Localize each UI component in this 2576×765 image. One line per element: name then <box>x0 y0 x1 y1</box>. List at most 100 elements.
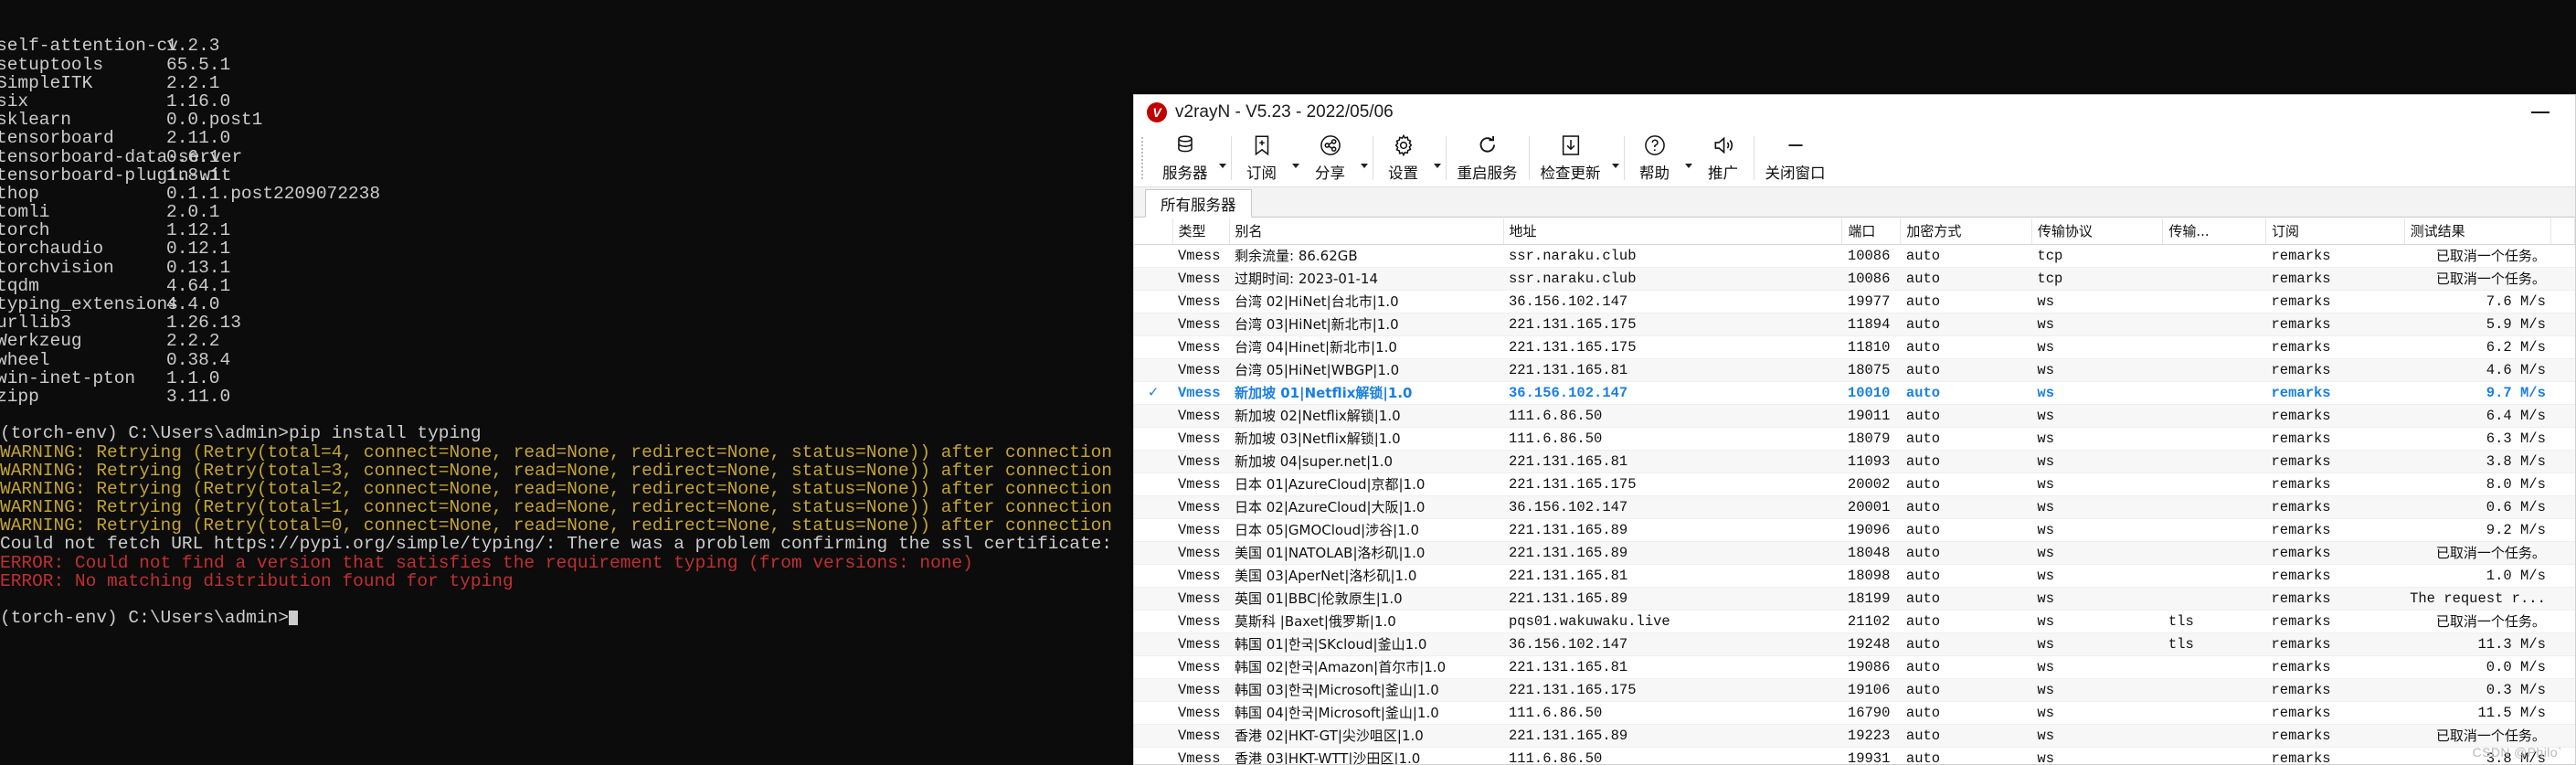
chevron-down-icon[interactable] <box>1290 130 1302 186</box>
row-selected-check <box>1134 473 1172 496</box>
toolbar-button-2[interactable]: 分享 <box>1302 130 1359 186</box>
cell-subscription: remarks <box>2265 541 2405 565</box>
toolbar-drag-handle[interactable] <box>1141 137 1148 179</box>
cell-protocol: ws <box>2031 678 2163 702</box>
table-row[interactable]: Vmess 台湾 05|HiNet|WBGP|1.0 221.131.165.81 1… <box>1134 358 2575 382</box>
table-row[interactable]: Vmess 美国 03|AperNet|洛杉矶|1.0 221.131.165.81… <box>1134 564 2575 588</box>
column-header-type[interactable]: 类型 <box>1172 218 1230 245</box>
cell-subscription: remarks <box>2265 564 2405 588</box>
v2rayn-window[interactable]: V v2rayN - V5.23 - 2022/05/06 服务器 订阅 分享 设置重… <box>1133 94 2576 765</box>
table-row[interactable]: Vmess 美国 01|NATOLAB|洛杉矶|1.0 221.131.165.89… <box>1134 541 2575 565</box>
cell-subscription: remarks <box>2265 655 2405 679</box>
window-titlebar[interactable]: V v2rayN - V5.23 - 2022/05/06 <box>1134 95 2575 130</box>
row-selected-check <box>1134 313 1172 336</box>
column-header-check[interactable] <box>1134 218 1173 245</box>
cell-protocol: ws <box>2031 724 2163 748</box>
chevron-down-icon[interactable] <box>1683 130 1695 186</box>
toolbar-button-7[interactable]: 推广 <box>1695 130 1752 186</box>
cell-type: Vmess <box>1172 267 1229 291</box>
chevron-down-icon[interactable] <box>1610 130 1622 186</box>
cell-alias: 剩余流量: 86.62GB <box>1229 244 1503 268</box>
cell-port: 20002 <box>1841 473 1901 496</box>
table-row[interactable]: Vmess 韩国 04|한국|Microsoft|釜山|1.0 111.6.86.5… <box>1134 701 2575 725</box>
cell-test: 9.2 M/s <box>2404 518 2551 542</box>
row-padding-cell <box>2550 267 2575 291</box>
column-header-test[interactable]: 测试结果 <box>2404 218 2552 245</box>
chevron-down-icon[interactable] <box>1359 130 1371 186</box>
table-row[interactable]: Vmess 英国 01|BBC|伦敦原生|1.0 221.131.165.89 181… <box>1134 587 2575 611</box>
table-row[interactable]: Vmess 日本 01|AzureCloud|京都|1.0 221.131.165.… <box>1134 473 2575 496</box>
cell-address: 36.156.102.147 <box>1503 495 1842 519</box>
cell-security: auto <box>1900 587 2032 611</box>
table-row[interactable]: Vmess 新加坡 03|Netflix解锁|1.0 111.6.86.50 1807… <box>1134 427 2575 451</box>
v2rayn-logo-icon: V <box>1147 102 1167 122</box>
table-row[interactable]: Vmess 台湾 04|Hinet|新北市|1.0 221.131.165.175 1… <box>1134 335 2575 359</box>
cell-test: 6.2 M/s <box>2404 335 2551 359</box>
cell-transport: tls <box>2162 610 2266 633</box>
cell-protocol: ws <box>2031 473 2163 496</box>
minimize-button[interactable] <box>2517 97 2564 128</box>
column-header-transport[interactable]: 传输... <box>2162 218 2266 245</box>
server-list-panel[interactable]: 类型 别名 地址 端口 加密方式 传输协议 传输... 订阅 测试结果 Vmess 剩余流量: 8… <box>1134 218 2575 764</box>
toolbar-button-label: 服务器 <box>1162 165 1208 182</box>
table-row[interactable]: Vmess 新加坡 04|super.net|1.0 221.131.165.81 1… <box>1134 450 2575 473</box>
cell-alias: 美国 03|AperNet|洛杉矶|1.0 <box>1229 564 1503 588</box>
row-padding-cell <box>2550 518 2575 542</box>
cell-subscription: remarks <box>2265 701 2405 725</box>
toolbar-button-5[interactable]: 检查更新 <box>1532 130 1610 186</box>
column-header-security[interactable]: 加密方式 <box>1900 218 2032 245</box>
cell-subscription: remarks <box>2265 244 2405 268</box>
toolbar-button-6[interactable]: 帮助 <box>1627 130 1683 186</box>
column-header-port[interactable]: 端口 <box>1841 218 1902 245</box>
chevron-down-icon[interactable] <box>1432 130 1444 186</box>
cell-type: Vmess <box>1172 564 1229 588</box>
cell-address: 36.156.102.147 <box>1503 290 1842 313</box>
toolbar-button-0[interactable]: 服务器 <box>1153 130 1217 186</box>
table-row[interactable]: ✓ Vmess 新加坡 01|Netflix解锁|1.0 36.156.102.147… <box>1134 381 2575 405</box>
table-row[interactable]: Vmess 剩余流量: 86.62GB ssr.naraku.club 10086 au… <box>1134 244 2575 268</box>
cell-alias: 新加坡 01|Netflix解锁|1.0 <box>1229 381 1503 405</box>
cell-security: auto <box>1900 358 2032 382</box>
column-header-protocol[interactable]: 传输协议 <box>2031 218 2164 245</box>
cell-port: 21102 <box>1841 610 1901 633</box>
row-selected-check <box>1134 495 1172 519</box>
table-row[interactable]: Vmess 台湾 03|HiNet|新北市|1.0 221.131.165.175 1… <box>1134 313 2575 336</box>
cell-test: 0.6 M/s <box>2404 495 2551 519</box>
table-row[interactable]: Vmess 莫斯科 |Baxet|俄罗斯|1.0 pqs01.wakuwaku.li… <box>1134 610 2575 633</box>
table-row[interactable]: Vmess 台湾 02|HiNet|台北市|1.0 36.156.102.147 19… <box>1134 290 2575 313</box>
cell-alias: 新加坡 02|Netflix解锁|1.0 <box>1229 404 1503 428</box>
column-header-pad[interactable] <box>2550 218 2575 245</box>
cell-subscription: remarks <box>2265 313 2405 336</box>
column-header-alias[interactable]: 别名 <box>1229 218 1504 245</box>
cell-address: 111.6.86.50 <box>1503 404 1842 428</box>
column-header-subscription[interactable]: 订阅 <box>2265 218 2405 245</box>
table-row[interactable]: Vmess 韩国 01|한국|SKcloud|釜山1.0 36.156.102.14… <box>1134 632 2575 656</box>
cell-transport <box>2162 678 2266 702</box>
row-selected-check <box>1134 518 1172 542</box>
tab-0[interactable]: 所有服务器 <box>1145 189 1252 218</box>
toolbar-button-8[interactable]: 关闭窗口 <box>1756 130 1835 186</box>
cell-test: 8.0 M/s <box>2404 473 2551 496</box>
cell-security: auto <box>1900 290 2032 313</box>
cell-transport <box>2162 313 2266 336</box>
cell-protocol: ws <box>2031 632 2163 656</box>
table-row[interactable]: Vmess 过期时间: 2023-01-14 ssr.naraku.club 1008… <box>1134 267 2575 291</box>
table-row[interactable]: Vmess 韩国 02|한국|Amazon|首尔市|1.0 221.131.165.… <box>1134 655 2575 679</box>
terminal-package-line: self-attention-cv1.2.3 <box>0 36 220 57</box>
table-row[interactable]: Vmess 日本 05|GMOCloud|涉谷|1.0 221.131.165.89… <box>1134 518 2575 542</box>
table-row[interactable]: Vmess 香港 03|HKT-WTT|沙田区|1.0 111.6.86.50 199… <box>1134 747 2575 764</box>
table-row[interactable]: Vmess 日本 02|AzureCloud|大阪|1.0 36.156.102.1… <box>1134 495 2575 519</box>
toolbar-button-1[interactable]: 订阅 <box>1234 130 1290 186</box>
cell-port: 18079 <box>1841 427 1901 451</box>
table-row[interactable]: Vmess 香港 02|HKT-GT|尖沙咀区|1.0 221.131.165.89… <box>1134 724 2575 748</box>
toolbar-button-4[interactable]: 重启服务 <box>1448 130 1527 186</box>
cell-port: 10010 <box>1841 381 1901 405</box>
cell-transport <box>2162 541 2266 565</box>
gear-icon <box>1392 133 1415 158</box>
chevron-down-icon[interactable] <box>1217 130 1229 186</box>
toolbar-button-3[interactable]: 设置 <box>1375 130 1432 186</box>
table-row[interactable]: Vmess 韩国 03|한국|Microsoft|釜山|1.0 221.131.16… <box>1134 678 2575 702</box>
row-selected-check <box>1134 450 1172 473</box>
column-header-address[interactable]: 地址 <box>1503 218 1843 245</box>
table-row[interactable]: Vmess 新加坡 02|Netflix解锁|1.0 111.6.86.50 1901… <box>1134 404 2575 428</box>
